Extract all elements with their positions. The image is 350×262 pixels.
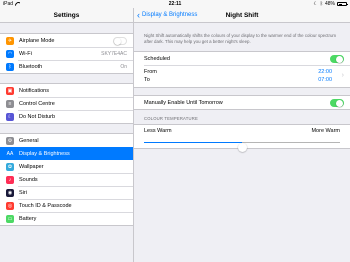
wifi-icon: ◠ bbox=[6, 49, 14, 58]
back-button-label: Display & Brightness bbox=[142, 12, 198, 18]
night-shift-detail-pane: Night Shift ‹ Display & Brightness Night… bbox=[134, 8, 350, 262]
settings-group: ✈ Airplane Mode ◠ Wi-Fi SKY7E4AC ᛒ Bluetooth On bbox=[0, 33, 133, 74]
moon-icon: ☾ bbox=[6, 112, 14, 121]
toggle-knob bbox=[336, 99, 343, 107]
sidebar-item-label: Airplane Mode bbox=[19, 37, 55, 44]
sidebar-item-do-not-disturb[interactable]: ☾ Do Not Disturb bbox=[0, 110, 133, 123]
slider-labels: Less Warm More Warm bbox=[134, 125, 350, 137]
sidebar-item-sounds[interactable]: ♪ Sounds bbox=[0, 173, 133, 186]
wallpaper-icon: ✿ bbox=[6, 162, 14, 171]
manual-enable-label: Manually Enable Until Tomorrow bbox=[144, 99, 223, 106]
scheduled-row: Scheduled bbox=[134, 52, 350, 65]
sidebar-item-label: Touch ID & Passcode bbox=[19, 202, 72, 209]
manual-group: Manually Enable Until Tomorrow bbox=[134, 95, 350, 110]
schedule-times-row[interactable]: From To 22:00 07:00 › bbox=[134, 65, 350, 87]
sidebar-item-general[interactable]: ⚙ General bbox=[0, 134, 133, 147]
more-warm-label: More Warm bbox=[311, 128, 340, 134]
slider-track bbox=[144, 142, 340, 152]
airplane-toggle[interactable] bbox=[113, 36, 127, 45]
colour-temperature-header: COLOUR TEMPERATURE bbox=[144, 116, 198, 121]
sounds-icon: ♪ bbox=[6, 175, 14, 184]
sidebar-item-airplane[interactable]: ✈ Airplane Mode bbox=[0, 34, 133, 47]
toggle-knob bbox=[114, 37, 121, 45]
slider-thumb[interactable] bbox=[237, 143, 247, 152]
settings-master-pane: Settings ✈ Airplane Mode ◠ Wi-Fi SKY7E4AC ᛒ Bl… bbox=[0, 8, 134, 262]
sidebar-item-label: Bluetooth bbox=[19, 63, 43, 70]
toggle-knob bbox=[336, 55, 343, 63]
chevron-left-icon: ‹ bbox=[137, 10, 140, 20]
sidebar-item-bluetooth[interactable]: ᛒ Bluetooth On bbox=[0, 60, 133, 73]
chevron-right-icon: › bbox=[341, 72, 344, 79]
sidebar-item-wifi[interactable]: ◠ Wi-Fi SKY7E4AC bbox=[0, 47, 133, 60]
sidebar-item-control-centre[interactable]: ≡ Control Centre bbox=[0, 97, 133, 110]
status-bar: iPad 22:11 ☾ ᛒ 48% bbox=[0, 0, 350, 8]
settings-title: Settings bbox=[0, 8, 133, 23]
moon-status-icon: ☾ bbox=[313, 1, 318, 7]
sidebar-item-value: SKY7E4AC bbox=[101, 50, 127, 57]
sidebar-item-label: Siri bbox=[19, 189, 27, 196]
sidebar-item-label: Battery bbox=[19, 215, 37, 222]
sidebar-item-label: Display & Brightness bbox=[19, 150, 70, 157]
settings-group: ⚙ General AA Display & Brightness ✿ Wallpaper… bbox=[0, 133, 133, 226]
scheduled-label: Scheduled bbox=[144, 55, 170, 62]
battery-percent: 48% bbox=[324, 1, 335, 7]
battery-level-fill bbox=[338, 3, 343, 5]
schedule-values: 22:00 07:00 bbox=[238, 67, 332, 85]
sidebar-item-label: General bbox=[19, 137, 39, 144]
back-button[interactable]: ‹ Display & Brightness bbox=[137, 8, 197, 23]
night-shift-description: Night Shift automatically shifts the col… bbox=[144, 33, 337, 44]
manual-enable-toggle[interactable] bbox=[330, 98, 344, 107]
manual-enable-row: Manually Enable Until Tomorrow bbox=[134, 96, 350, 109]
from-label: From bbox=[144, 69, 157, 75]
to-time: 07:00 bbox=[318, 77, 332, 83]
detail-nav-bar: Night Shift ‹ Display & Brightness bbox=[134, 8, 350, 23]
battery-icon: ▭ bbox=[6, 214, 14, 223]
less-warm-label: Less Warm bbox=[144, 128, 172, 134]
sidebar-item-label: Wi-Fi bbox=[19, 50, 32, 57]
from-time: 22:00 bbox=[318, 69, 332, 75]
sidebar-item-touch-id-passcode[interactable]: ◎ Touch ID & Passcode bbox=[0, 199, 133, 212]
sidebar-item-battery[interactable]: ▭ Battery bbox=[0, 212, 133, 225]
sidebar-item-wallpaper[interactable]: ✿ Wallpaper bbox=[0, 160, 133, 173]
sidebar-item-value: On bbox=[120, 63, 127, 70]
sidebar-item-notifications[interactable]: ▣ Notifications bbox=[0, 84, 133, 97]
control-centre-icon: ≡ bbox=[6, 99, 14, 108]
sidebar-item-label: Wallpaper bbox=[19, 163, 44, 170]
sidebar-item-display-brightness[interactable]: AA Display & Brightness bbox=[0, 147, 133, 160]
sidebar-item-label: Control Centre bbox=[19, 100, 55, 107]
to-label: To bbox=[144, 77, 150, 83]
gear-icon: ⚙ bbox=[6, 136, 14, 145]
airplane-icon: ✈ bbox=[6, 36, 14, 45]
sidebar-item-label: Do Not Disturb bbox=[19, 113, 56, 120]
sidebar-item-siri[interactable]: ◉ Siri bbox=[0, 186, 133, 199]
battery-status-icon bbox=[337, 2, 348, 6]
sidebar-item-label: Sounds bbox=[19, 176, 38, 183]
settings-group: ▣ Notifications ≡ Control Centre ☾ Do Not Dis… bbox=[0, 83, 133, 124]
scheduled-toggle[interactable] bbox=[330, 54, 344, 63]
schedule-group: Scheduled From To 22:00 07:00 › bbox=[134, 51, 350, 88]
status-right: ☾ ᛒ 48% bbox=[313, 0, 348, 8]
sidebar-item-label: Notifications bbox=[19, 87, 49, 94]
status-time: 22:11 bbox=[168, 1, 182, 7]
fingerprint-icon: ◎ bbox=[6, 201, 14, 210]
notifications-icon: ▣ bbox=[6, 86, 14, 95]
schedule-labels: From To bbox=[144, 67, 238, 85]
siri-icon: ◉ bbox=[6, 188, 14, 197]
bluetooth-icon: ᛒ bbox=[6, 62, 14, 71]
colour-temperature-slider[interactable] bbox=[134, 137, 350, 152]
settings-list: ✈ Airplane Mode ◠ Wi-Fi SKY7E4AC ᛒ Bluetooth On… bbox=[0, 23, 133, 226]
display-brightness-icon: AA bbox=[6, 149, 14, 158]
bluetooth-status-icon: ᛒ bbox=[319, 1, 323, 7]
slider-track-fill bbox=[144, 142, 242, 143]
colour-temperature-group: Less Warm More Warm bbox=[134, 124, 350, 152]
